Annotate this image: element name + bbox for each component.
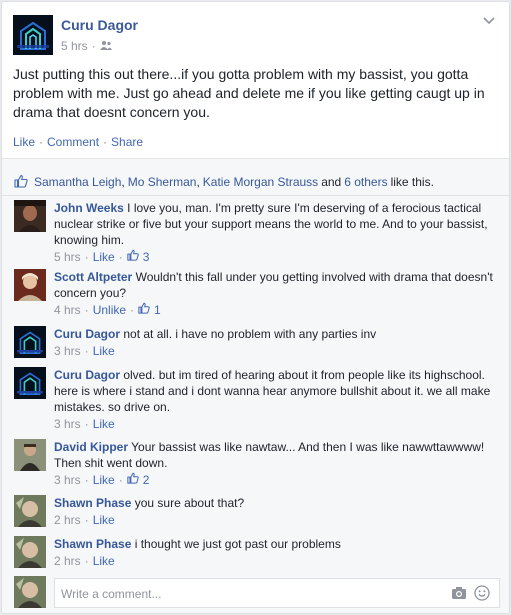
comment-body: Scott Altpeter Wouldn't this fall under … [54, 269, 494, 318]
commenter-avatar[interactable] [14, 495, 46, 527]
post-meta: 5 hrs · [61, 39, 112, 53]
comment-like-button[interactable]: Like [93, 249, 115, 265]
commenter-avatar[interactable] [14, 439, 46, 471]
commenter-name[interactable]: Curu Dagor [54, 368, 120, 382]
comment-meta: 4 hrs · Unlike · 1 [54, 302, 161, 318]
thumbs-up-icon [138, 302, 150, 318]
commenter-name[interactable]: Scott Altpeter [54, 270, 132, 284]
commenter-name[interactable]: Shawn Phase [54, 496, 131, 510]
thumbs-up-icon [127, 472, 139, 488]
user-avatar[interactable] [14, 576, 46, 608]
comment-like-button[interactable]: Like [93, 512, 115, 528]
comment-timestamp[interactable]: 3 hrs [54, 416, 81, 432]
commenter-avatar[interactable] [14, 326, 46, 358]
emoji-icon[interactable] [474, 585, 490, 601]
comment-like-count[interactable]: 1 [154, 302, 161, 318]
comment-meta: 5 hrs · Like · 3 [54, 249, 150, 265]
commenter-avatar[interactable] [14, 536, 46, 568]
comment-composer [2, 570, 509, 613]
meta-separator: · [91, 39, 96, 53]
post-actions: Like · Comment · Share [13, 135, 143, 149]
thumbs-up-icon [127, 249, 139, 265]
action-separator: · [103, 135, 108, 149]
commenter-name[interactable]: Curu Dagor [54, 327, 120, 341]
likes-tail: like this. [390, 175, 434, 189]
others-link[interactable]: 6 others [344, 175, 387, 189]
comment-meta: 3 hrs · Like [54, 416, 115, 432]
comment-body: Shawn Phase i thought we just got past o… [54, 536, 494, 569]
post-card: Curu Dagor 5 hrs · Just putting this out… [1, 1, 510, 614]
comment-meta: 2 hrs · Like [54, 553, 115, 569]
post-author-name[interactable]: Curu Dagor [61, 17, 138, 33]
comment-unlike-button[interactable]: Unlike [93, 302, 126, 318]
liker-name[interactable]: Samantha Leigh [34, 175, 121, 189]
comment-timestamp[interactable]: 3 hrs [54, 343, 81, 359]
comment-timestamp[interactable]: 3 hrs [54, 472, 81, 488]
commenter-name[interactable]: David Kipper [54, 440, 128, 454]
comment-body: Curu Dagor not at all. i have no problem… [54, 326, 494, 359]
comment-meta: 3 hrs · Like [54, 343, 115, 359]
post-text: Just putting this out there...if you got… [13, 66, 485, 120]
comment-like-button[interactable]: Like [93, 472, 115, 488]
comment-input[interactable] [61, 585, 441, 603]
thumbs-up-icon [14, 174, 28, 191]
comment-text: you sure about that? [134, 496, 245, 510]
comment-meta: 2 hrs · Like [54, 512, 115, 528]
comment-timestamp[interactable]: 4 hrs [54, 302, 81, 318]
action-separator: · [39, 135, 44, 149]
post-timestamp[interactable]: 5 hrs [61, 39, 88, 53]
camera-icon[interactable] [451, 586, 467, 600]
comment-timestamp[interactable]: 2 hrs [54, 553, 81, 569]
post-header: Curu Dagor 5 hrs · [2, 2, 509, 64]
share-button[interactable]: Share [111, 135, 143, 149]
comment-body: Shawn Phase you sure about that? 2 hrs · … [54, 495, 494, 528]
comments-list: John Weeks I love you, man. I'm pretty s… [2, 196, 509, 574]
likes-summary: Samantha Leigh , Mo Sherman , Katie Morg… [2, 158, 509, 196]
friends-icon[interactable] [99, 39, 112, 53]
comment-like-button[interactable]: Like [93, 343, 115, 359]
like-button[interactable]: Like [13, 135, 35, 149]
commenter-avatar[interactable] [14, 269, 46, 301]
comment-body: John Weeks I love you, man. I'm pretty s… [54, 200, 494, 265]
liker-name[interactable]: Katie Morgan Strauss [203, 175, 318, 189]
commenter-avatar[interactable] [14, 200, 46, 232]
liker-name[interactable]: Mo Sherman [128, 175, 197, 189]
comment-body: Curu Dagor olved. but im tired of hearin… [54, 367, 494, 432]
comment-like-button[interactable]: Like [93, 553, 115, 569]
comment-like-button[interactable]: Like [93, 416, 115, 432]
chevron-down-icon[interactable] [482, 15, 496, 27]
commenter-name[interactable]: Shawn Phase [54, 537, 131, 551]
comment-timestamp[interactable]: 5 hrs [54, 249, 81, 265]
likes-separator: , [196, 175, 200, 189]
comment-input-box[interactable] [54, 578, 500, 608]
comment-button[interactable]: Comment [47, 135, 99, 149]
author-avatar[interactable] [13, 15, 53, 55]
commenter-name[interactable]: John Weeks [54, 201, 124, 215]
comment-like-count[interactable]: 3 [143, 249, 150, 265]
comment-text: not at all. i have no problem with any p… [123, 327, 377, 341]
comment-text: i thought we just got past our problems [134, 537, 341, 551]
comment-body: David Kipper Your bassist was like nawta… [54, 439, 494, 488]
comment-meta: 3 hrs · Like · 2 [54, 472, 150, 488]
comment-timestamp[interactable]: 2 hrs [54, 512, 81, 528]
comment-text: olved. but im tired of hearing about it … [54, 368, 491, 414]
comment-like-count[interactable]: 2 [143, 472, 150, 488]
commenter-avatar[interactable] [14, 367, 46, 399]
likes-and: and [321, 175, 342, 189]
likes-separator: , [121, 175, 125, 189]
